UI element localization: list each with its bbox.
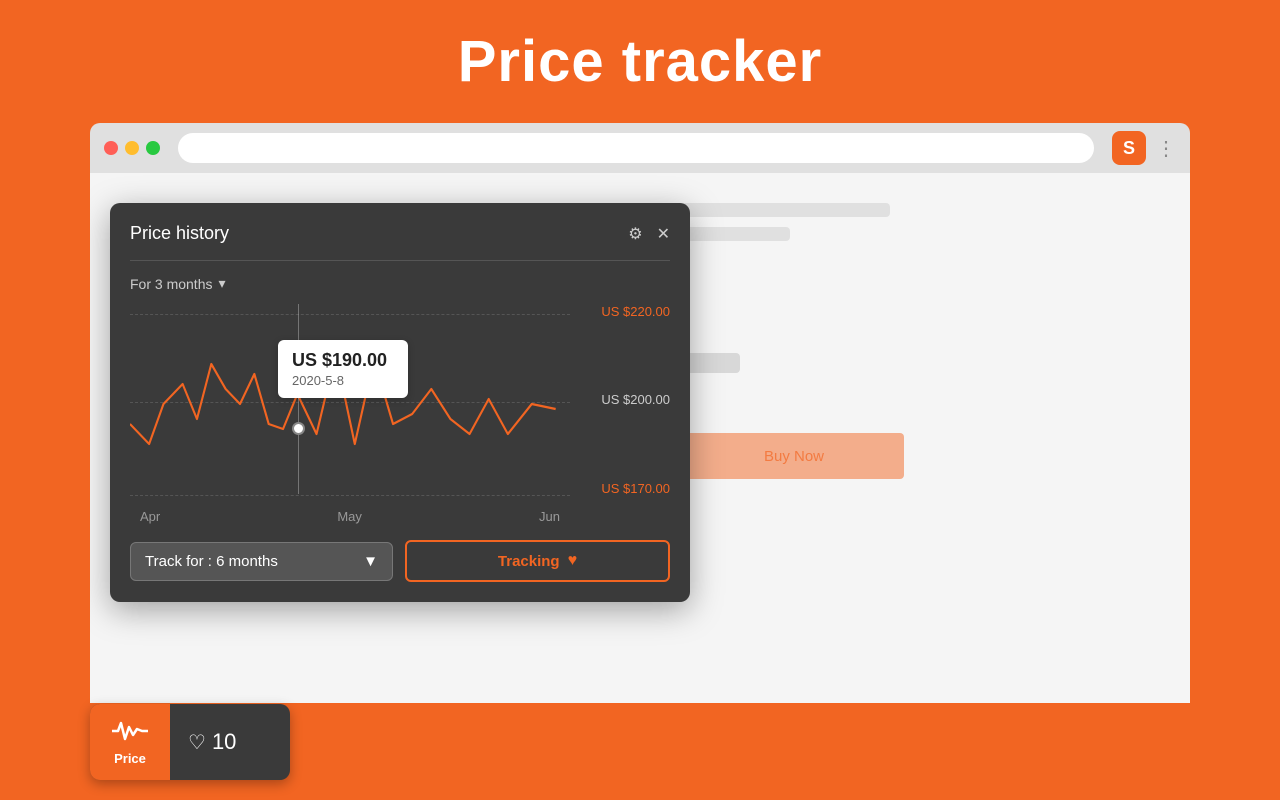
track-period-button[interactable]: Track for : 6 months ▼ [130, 542, 393, 581]
track-period-label: Track for : 6 months [145, 553, 278, 570]
price-chart-svg [130, 304, 570, 494]
y-label-high: US $220.00 [601, 304, 670, 319]
tracking-heart-icon: ♥ [568, 552, 578, 570]
settings-icon[interactable]: ⚙ [628, 224, 642, 244]
card-header-icons: ⚙ ✕ [628, 224, 670, 244]
browser-content: 0.00 to cart Buy Now Price history ⚙ ✕ F… [90, 173, 1190, 703]
widget-price-icon: Price [90, 704, 170, 780]
tracking-button-label: Tracking [498, 553, 560, 570]
chart-highlight-line [298, 304, 299, 494]
browser-chrome: S ⋮ [90, 123, 1190, 173]
card-footer: Track for : 6 months ▼ Tracking ♥ [130, 540, 670, 582]
browser-url-bar[interactable] [178, 133, 1094, 163]
menu-dots-icon[interactable]: ⋮ [1156, 136, 1176, 161]
period-chevron-icon: ▾ [218, 275, 225, 292]
widget-likes: ♡ 10 [170, 729, 254, 755]
x-label-apr: Apr [140, 509, 160, 524]
page-title: Price tracker [0, 0, 1280, 123]
tooltip-price: US $190.00 [292, 350, 394, 371]
grid-line-low [130, 495, 570, 496]
browser-dots [104, 141, 160, 155]
track-chevron-icon: ▼ [363, 553, 378, 570]
tracking-button[interactable]: Tracking ♥ [405, 540, 670, 582]
dot-red[interactable] [104, 141, 118, 155]
y-label-mid: US $200.00 [601, 392, 670, 407]
widget-chart-icon [112, 719, 148, 747]
chart-highlight-dot [292, 422, 305, 435]
y-label-low: US $170.00 [601, 481, 670, 496]
tooltip-date: 2020-5-8 [292, 373, 394, 388]
period-selector-button[interactable]: For 3 months ▾ [130, 275, 226, 292]
bottom-widget[interactable]: Price ♡ 10 [90, 704, 290, 780]
x-axis-labels: Apr May Jun [130, 509, 570, 524]
shopee-icon[interactable]: S [1112, 131, 1146, 165]
close-icon[interactable]: ✕ [657, 224, 670, 244]
price-history-card: Price history ⚙ ✕ For 3 months ▾ [110, 203, 690, 602]
dot-yellow[interactable] [125, 141, 139, 155]
widget-likes-count: 10 [212, 729, 236, 755]
chart-area: US $190.00 2020-5-8 US $220.00 US $200.0… [130, 304, 670, 524]
widget-price-label: Price [114, 751, 146, 766]
x-label-may: May [337, 509, 362, 524]
card-header: Price history ⚙ ✕ [130, 223, 670, 244]
browser-icons: S ⋮ [1112, 131, 1176, 165]
x-label-jun: Jun [539, 509, 560, 524]
chart-tooltip: US $190.00 2020-5-8 [278, 340, 408, 398]
period-selector-label: For 3 months [130, 276, 212, 292]
dot-green[interactable] [146, 141, 160, 155]
widget-heart-icon: ♡ [188, 730, 206, 755]
buy-now-button[interactable]: Buy Now [684, 433, 904, 479]
card-divider [130, 260, 670, 261]
card-title: Price history [130, 223, 229, 244]
